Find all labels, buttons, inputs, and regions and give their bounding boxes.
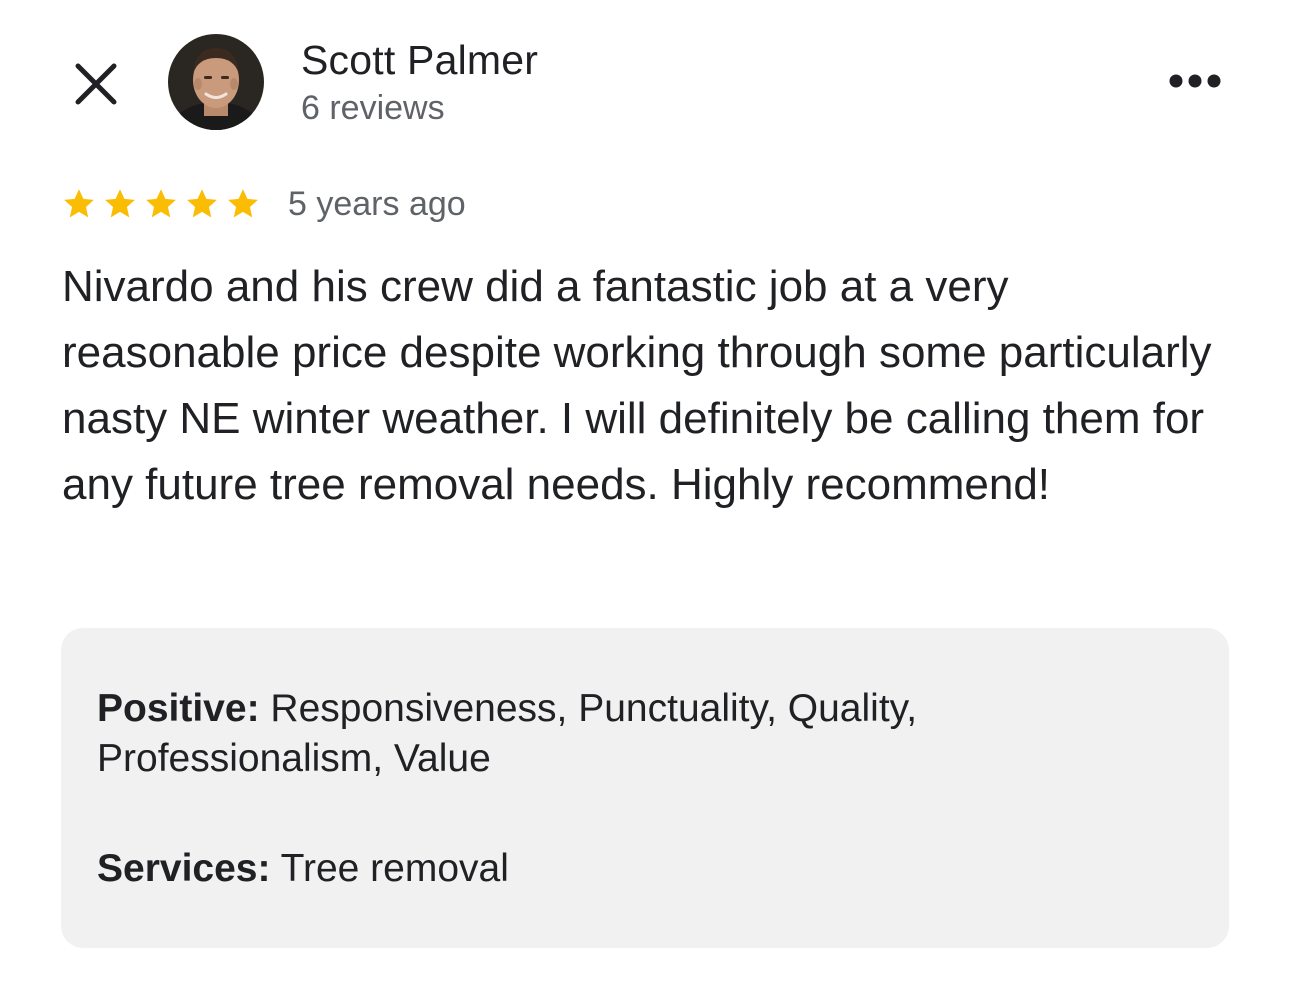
review-attributes-card: Positive: Responsiveness, Punctuality, Q… [61, 628, 1229, 948]
positive-attributes: Positive: Responsiveness, Punctuality, Q… [97, 684, 1197, 784]
star-icon [105, 189, 135, 218]
services-attributes: Services: Tree removal [97, 844, 1197, 894]
star-icon [228, 189, 258, 218]
star-rating [62, 187, 267, 221]
star-icon [187, 189, 217, 218]
reviewer-info: Scott Palmer 6 reviews [301, 36, 538, 130]
close-button[interactable] [66, 54, 126, 114]
review-text: Nivardo and his crew did a fantastic job… [62, 262, 1212, 509]
services-value: Tree removal [270, 847, 509, 890]
more-options-button[interactable] [1160, 58, 1230, 104]
positive-label: Positive: [97, 687, 260, 730]
reviewer-name[interactable]: Scott Palmer [301, 36, 538, 84]
more-horizontal-icon [1169, 74, 1221, 88]
avatar[interactable] [168, 34, 264, 130]
rating-row: 5 years ago [62, 182, 466, 226]
close-icon [75, 63, 117, 105]
reviewer-review-count: 6 reviews [301, 89, 445, 127]
star-icon [146, 189, 176, 218]
services-label: Services: [97, 847, 271, 890]
reviewer-photo [168, 34, 264, 130]
star-icon [64, 189, 94, 218]
review-age: 5 years ago [288, 185, 466, 223]
